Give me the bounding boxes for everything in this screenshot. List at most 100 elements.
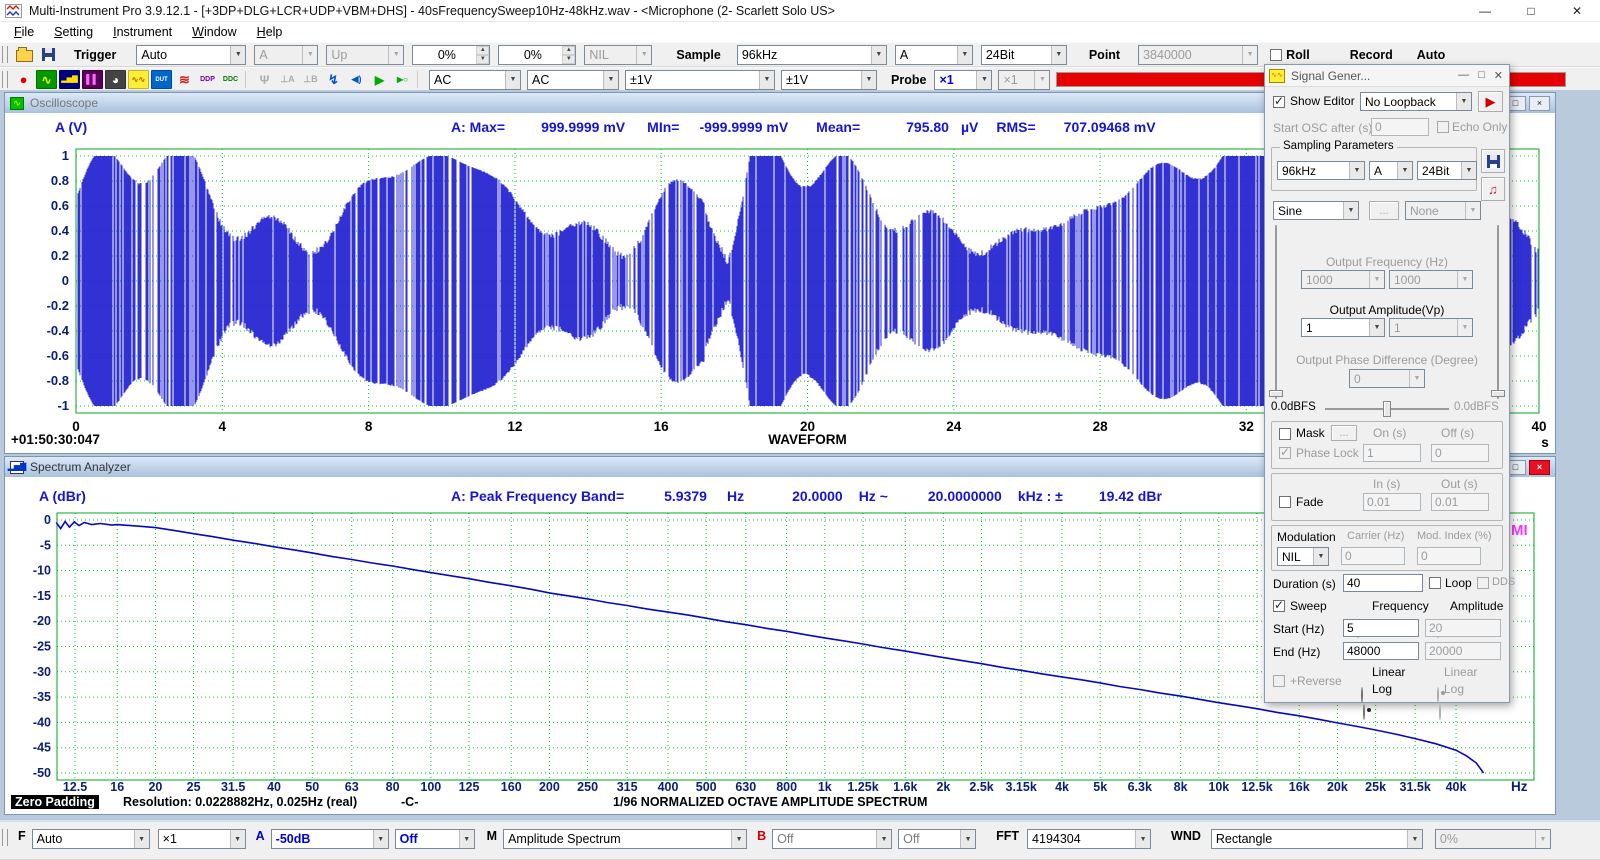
modulation-type-combo[interactable]: NIL ▼ <box>1277 547 1329 566</box>
spin-up-icon[interactable]: ▲ <box>562 46 575 55</box>
oscilloscope-icon[interactable]: ∿ <box>36 70 57 89</box>
record-button[interactable]: Record <box>1350 45 1393 65</box>
loopback-combo[interactable]: No Loopback ▼ <box>1360 92 1472 111</box>
x-tick-label: 2k <box>936 780 950 794</box>
channel-a-persistence-combo[interactable]: Off▼ <box>395 829 475 849</box>
trigger-level-spinner[interactable]: 0%▲▼ <box>412 45 490 65</box>
sweep-log-radio[interactable] <box>1363 704 1365 720</box>
menu-instrument[interactable]: Instrument <box>103 23 182 41</box>
siggen-save-button[interactable] <box>1481 149 1505 173</box>
siggen-bits-combo[interactable]: 24Bit ▼ <box>1417 161 1477 180</box>
slider-thumb[interactable] <box>1383 401 1391 417</box>
menu-help[interactable]: Help <box>247 23 293 41</box>
spectrum-info-row: Zero Padding Resolution: 0.0228882Hz, 0.… <box>5 795 1557 811</box>
sweep-checkbox[interactable] <box>1273 600 1285 612</box>
waveform-type-combo[interactable]: Sine ▼ <box>1273 201 1359 220</box>
toolbar-grip <box>2 71 8 88</box>
fade-in-label: In (s) <box>1373 477 1400 491</box>
ddc-icon[interactable]: DDC <box>220 70 241 89</box>
sampling-rate-combo[interactable]: 96kHz▼ <box>737 45 887 65</box>
spin-down-icon[interactable]: ▼ <box>562 55 575 64</box>
coupling-b-combo[interactable]: AC▼ <box>527 70 619 90</box>
sampling-bits-combo[interactable]: 24Bit▼ <box>981 45 1067 65</box>
maximize-button[interactable]: □ <box>1508 0 1554 22</box>
analysis-mode-combo[interactable]: Amplitude Spectrum▼ <box>503 829 747 849</box>
frequency-zoom-combo[interactable]: ×1▼ <box>158 829 246 849</box>
chevron-down-icon: ▼ <box>230 46 245 64</box>
frequency-slider-b[interactable] <box>1493 225 1503 399</box>
trigger-mode-combo[interactable]: Auto▼ <box>136 45 246 65</box>
range-a-combo[interactable]: ±1V▼ <box>625 70 775 90</box>
siggen-minimize-button[interactable]: — <box>1458 69 1469 82</box>
coupling-a-combo[interactable]: AC▼ <box>429 70 521 90</box>
chevron-down-icon: ▼ <box>373 830 388 848</box>
frequency-range-combo[interactable]: Auto▼ <box>32 829 150 849</box>
auto-button[interactable]: Auto <box>1417 45 1445 65</box>
chevron-down-icon: ▼ <box>1369 319 1384 336</box>
probe-calibration-icon[interactable]: ↯ <box>323 70 344 89</box>
spin-down-icon[interactable]: ▼ <box>476 55 489 64</box>
device-test-plan-icon[interactable]: ∿∿ <box>128 70 149 89</box>
siggen-maximize-button[interactable]: □ <box>1478 69 1485 82</box>
siggen-close-button[interactable]: ✕ <box>1494 69 1503 82</box>
multimeter-icon[interactable]: ◕ <box>105 70 126 89</box>
y-tick-label: 0 <box>62 273 69 288</box>
amplitude-a-value: 1 <box>1302 321 1369 335</box>
show-editor-checkbox[interactable] <box>1273 96 1285 108</box>
menu-setting[interactable]: Setting <box>44 23 103 41</box>
amplitude-a-combo[interactable]: 1 ▼ <box>1301 318 1385 337</box>
y-tick-label: -15 <box>33 589 51 603</box>
siggen-music-button[interactable]: ♫ <box>1481 177 1505 201</box>
channel-b-range-combo-value: Off <box>773 832 876 846</box>
siggen-rate-combo[interactable]: 96kHz ▼ <box>1277 161 1365 180</box>
channel-b-range-combo[interactable]: Off▼ <box>772 829 892 849</box>
fft-size-combo[interactable]: 4194304▼ <box>1027 829 1151 849</box>
channel-b-persistence-combo[interactable]: Off▼ <box>898 829 976 849</box>
duration-input[interactable]: 40 <box>1343 574 1423 592</box>
channel-a-range-combo[interactable]: -50dB▼ <box>271 829 389 849</box>
siggen-channel-combo[interactable]: A ▼ <box>1369 161 1413 180</box>
open-file-icon[interactable] <box>16 50 33 62</box>
minimize-button[interactable]: — <box>1462 0 1508 22</box>
close-button[interactable]: ✕ <box>1554 0 1600 22</box>
spectrum-analyzer-icon[interactable]: ▂▅▇ <box>59 70 80 89</box>
sweep-start-a-input[interactable]: 5 <box>1343 619 1419 637</box>
spin-up-icon[interactable]: ▲ <box>476 46 489 55</box>
play-record-icon[interactable]: ▶○ <box>392 70 413 89</box>
frequency-slider-a[interactable] <box>1271 225 1281 399</box>
trigger-delay-spinner[interactable]: 0%▲▼ <box>498 45 576 65</box>
oscilloscope-close-button[interactable]: × <box>1529 96 1550 111</box>
menu-file[interactable]: File <box>4 23 44 41</box>
range-b-combo[interactable]: ±1V▼ <box>781 70 877 90</box>
play-icon[interactable]: ▶ <box>369 70 390 89</box>
window-function-combo[interactable]: Rectangle▼ <box>1211 829 1423 849</box>
ddp-viewer-icon[interactable]: DDP <box>197 70 218 89</box>
carrier-label: Carrier (Hz) <box>1347 530 1404 542</box>
mask-checkbox[interactable] <box>1279 428 1291 440</box>
record-run-icon[interactable]: ● <box>13 70 34 89</box>
derived-data-curve-icon[interactable]: ≋ <box>174 70 195 89</box>
loop-checkbox[interactable] <box>1429 577 1441 589</box>
roll-checkbox[interactable]: Roll <box>1270 48 1310 62</box>
mask-on-label: On (s) <box>1373 426 1406 440</box>
fade-checkbox[interactable] <box>1279 496 1291 508</box>
dut-icon[interactable]: DUT <box>151 70 172 89</box>
save-file-icon[interactable] <box>42 48 55 61</box>
mask-off-input: 0 <box>1431 444 1489 462</box>
signal-generator-titlebar[interactable]: ∿∿ Signal Gener... — □ ✕ <box>1265 65 1509 87</box>
sampling-channel-combo-value: A <box>896 48 957 62</box>
mod-index-label: Mod. Index (%) <box>1417 530 1492 542</box>
slider-thumb[interactable] <box>1491 390 1505 397</box>
siggen-play-button[interactable]: ▶ <box>1478 91 1503 112</box>
menu-window[interactable]: Window <box>182 23 246 41</box>
probe-a-combo[interactable]: ×1▼ <box>934 70 992 90</box>
balance-slider[interactable] <box>1325 401 1449 417</box>
signal-generator-icon[interactable]: ▌▌ <box>82 70 103 89</box>
spectrum-close-button[interactable]: × <box>1529 460 1550 475</box>
sweep-linear-radio[interactable] <box>1361 687 1363 703</box>
slider-thumb[interactable] <box>1269 390 1283 397</box>
sweep-end-a-input[interactable]: 48000 <box>1343 642 1419 660</box>
sampling-channel-combo[interactable]: A▼ <box>895 45 973 65</box>
frequency-b-combo: 1000 ▼ <box>1389 270 1473 289</box>
sound-output-icon[interactable]: ◀) <box>346 70 367 89</box>
